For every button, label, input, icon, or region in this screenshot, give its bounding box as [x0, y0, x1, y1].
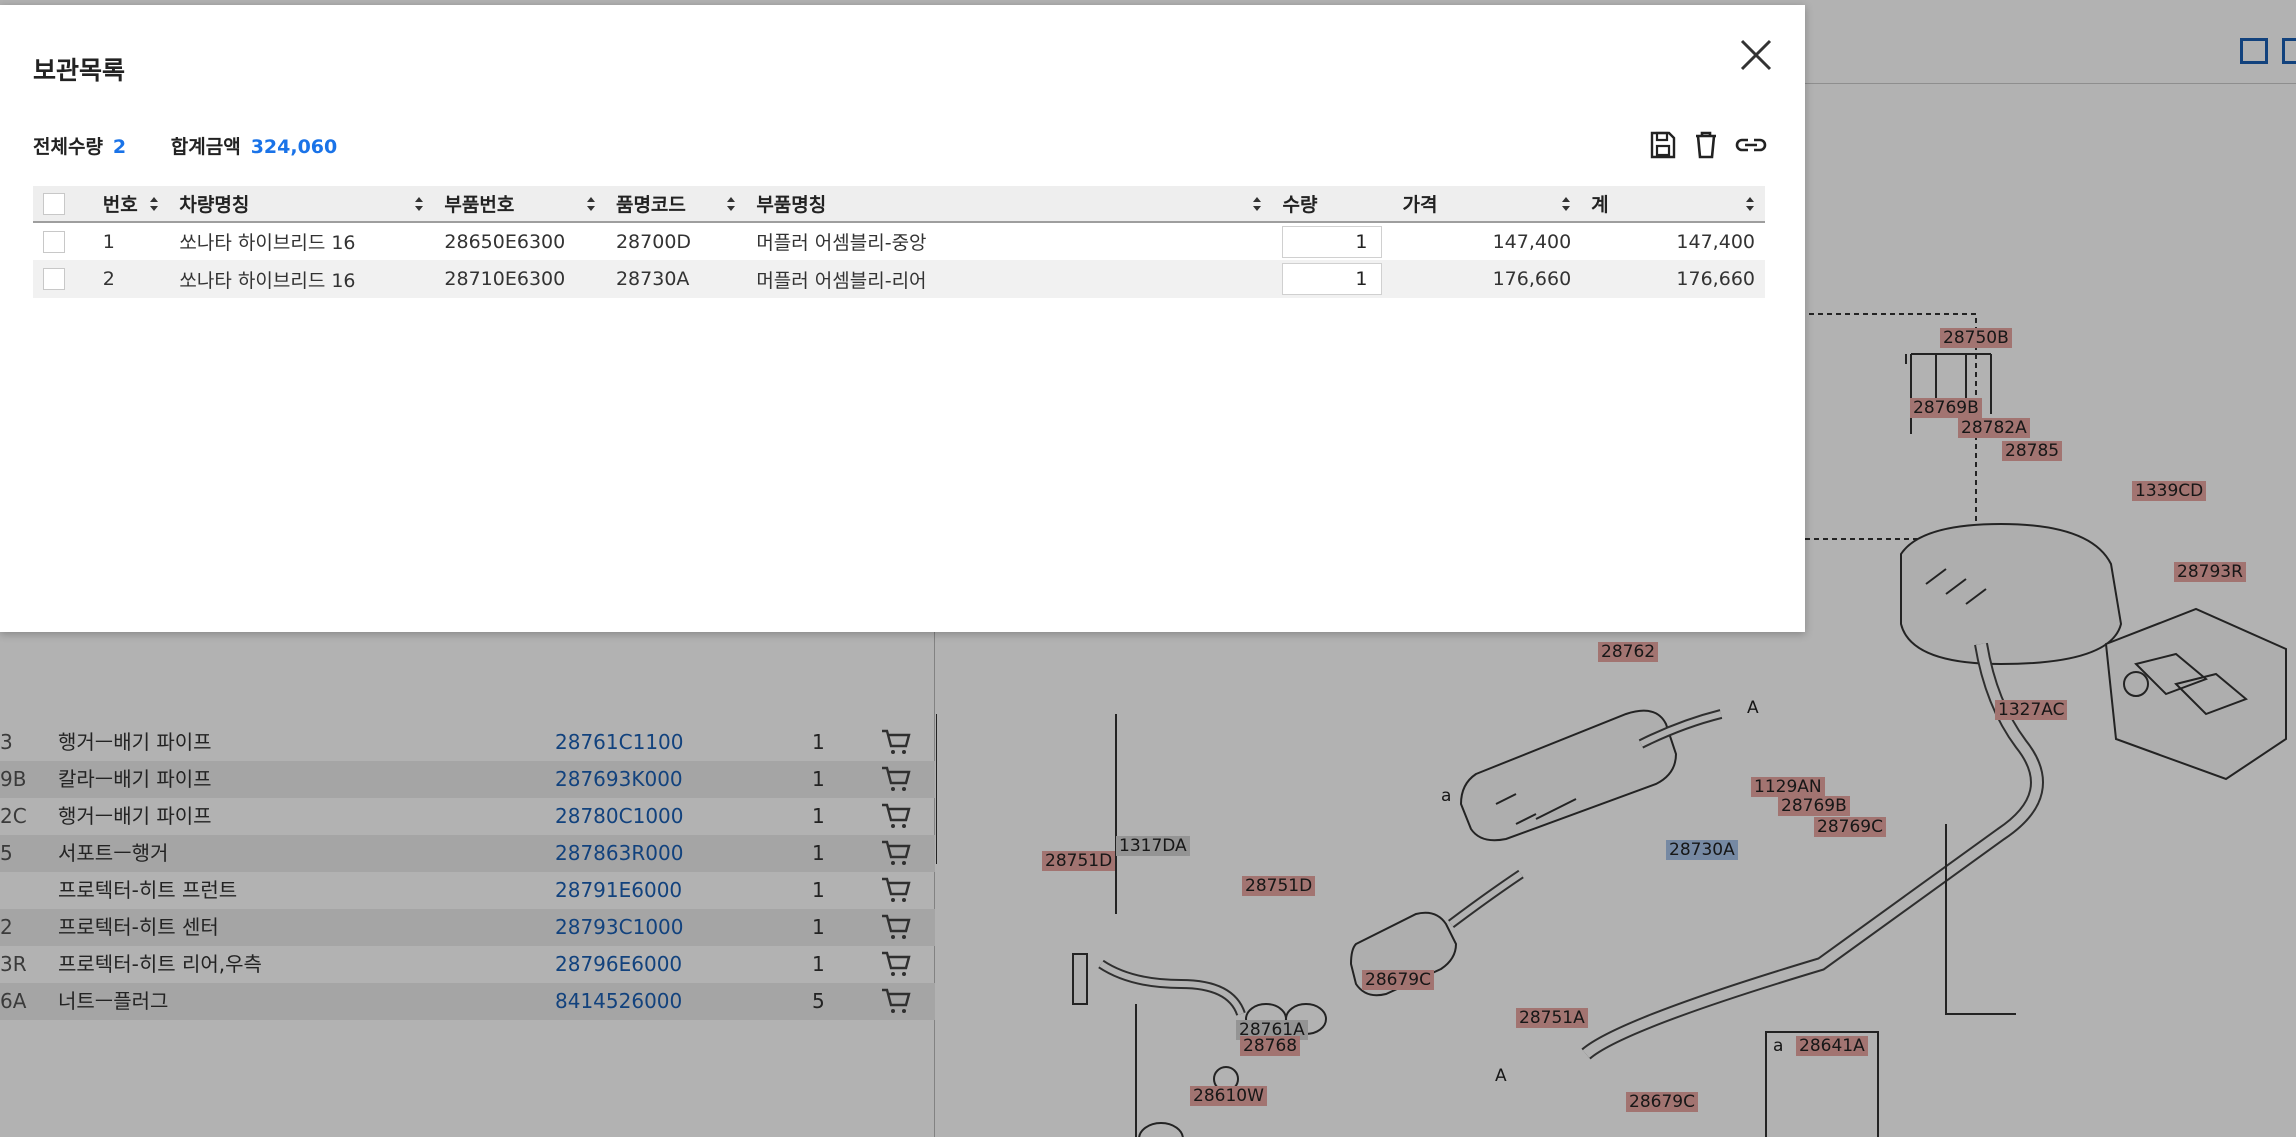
total-amount-label: 합계금액: [170, 136, 241, 158]
row-checkbox[interactable]: [43, 268, 65, 291]
modal-title: 보관목록: [33, 56, 126, 85]
col-total-header[interactable]: 계: [1581, 186, 1765, 222]
row-vehicle: 쏘나타 하이브리드 16: [179, 269, 356, 292]
link-icon[interactable]: [1734, 129, 1768, 161]
row-item-code: 28730A: [615, 268, 690, 290]
saved-list-modal: 보관목록 전체수량 2 합계금액 324,060 번호 차량명칭 부품번호 품명코드…: [0, 5, 1805, 632]
row-total: 147,400: [1676, 230, 1755, 253]
sort-icon[interactable]: [414, 196, 424, 212]
col-part-name-label: 부품명칭: [756, 194, 827, 216]
quantity-input[interactable]: [1282, 263, 1383, 295]
row-part-name: 머플러 어셈블리-중앙: [756, 232, 927, 254]
row-item-code: 28700D: [615, 230, 692, 253]
row-part-name: 머플러 어셈블리-리어: [756, 269, 927, 292]
col-qty-label: 수량: [1282, 194, 1318, 216]
row-qty-cell: [1272, 260, 1392, 298]
sort-icon[interactable]: [149, 196, 159, 212]
sort-icon[interactable]: [586, 196, 596, 212]
total-amount-value: 324,060: [250, 136, 338, 158]
total-qty-label: 전체수량: [33, 136, 103, 158]
row-price: 147,400: [1492, 230, 1572, 253]
col-vehicle-label: 차량명칭: [179, 194, 250, 216]
table-row[interactable]: 1 쏘나타 하이브리드 16 28650E6300 28700D 머플러 어셈블…: [33, 222, 1765, 260]
sort-icon[interactable]: [1252, 196, 1262, 212]
sort-icon[interactable]: [1561, 196, 1571, 212]
col-qty-header: 수량: [1272, 186, 1392, 222]
summary-bar: 전체수량 2 합계금액 324,060: [33, 132, 337, 159]
col-item-code-label: 품명코드: [615, 194, 686, 216]
col-vehicle-header[interactable]: 차량명칭: [169, 186, 434, 222]
col-part-no-label: 부품번호: [444, 194, 515, 216]
select-all-checkbox[interactable]: [43, 192, 65, 215]
row-no: 2: [102, 268, 115, 290]
col-price-label: 가격: [1402, 194, 1438, 216]
row-no: 1: [102, 230, 115, 253]
col-total-label: 계: [1591, 194, 1609, 216]
col-item-code-header[interactable]: 품명코드: [606, 186, 746, 222]
col-part-name-header[interactable]: 부품명칭: [746, 186, 1272, 222]
row-vehicle: 쏘나타 하이브리드 16: [179, 232, 356, 254]
row-part-no: 28710E6300: [444, 268, 566, 290]
sort-icon[interactable]: [726, 196, 736, 212]
row-select-cell[interactable]: [33, 222, 93, 260]
col-part-no-header[interactable]: 부품번호: [434, 186, 606, 222]
save-icon[interactable]: [1648, 129, 1678, 161]
row-qty-cell: [1272, 222, 1392, 260]
sort-icon[interactable]: [1745, 196, 1755, 212]
saved-items-table: 번호 차량명칭 부품번호 품명코드 부품명칭 수량 가격 계 1 쏘나타 하이브…: [33, 186, 1765, 298]
select-all-header[interactable]: [33, 186, 93, 222]
table-row[interactable]: 2 쏘나타 하이브리드 16 28710E6300 28730A 머플러 어셈블…: [33, 260, 1765, 298]
trash-icon[interactable]: [1691, 129, 1721, 161]
row-select-cell[interactable]: [33, 260, 93, 298]
quantity-input[interactable]: [1282, 225, 1383, 258]
row-price: 176,660: [1492, 268, 1572, 290]
total-qty-value: 2: [112, 136, 127, 158]
row-total: 176,660: [1676, 268, 1755, 290]
col-no-header[interactable]: 번호: [93, 186, 170, 222]
row-part-no: 28650E6300: [444, 230, 566, 253]
row-checkbox[interactable]: [43, 230, 65, 253]
table-header-row: 번호 차량명칭 부품번호 품명코드 부품명칭 수량 가격 계: [33, 186, 1765, 222]
col-no-label: 번호: [102, 194, 138, 216]
col-price-header[interactable]: 가격: [1392, 186, 1581, 222]
close-icon[interactable]: [1736, 35, 1776, 75]
